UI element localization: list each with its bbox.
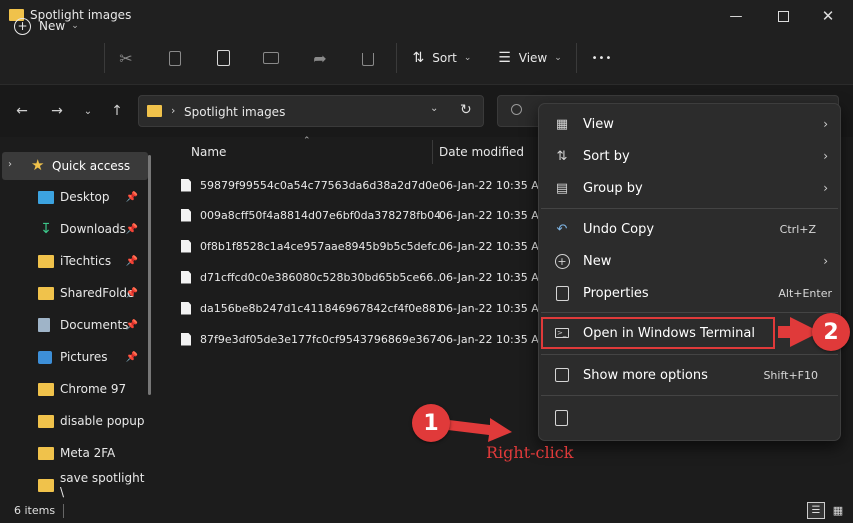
right-click-label: Right-click xyxy=(486,443,574,462)
step-badge-2: 2 xyxy=(812,313,850,351)
annotation-arrows xyxy=(448,317,820,442)
step-badge-1: 1 xyxy=(412,404,450,442)
arrow-right-click xyxy=(448,418,512,442)
